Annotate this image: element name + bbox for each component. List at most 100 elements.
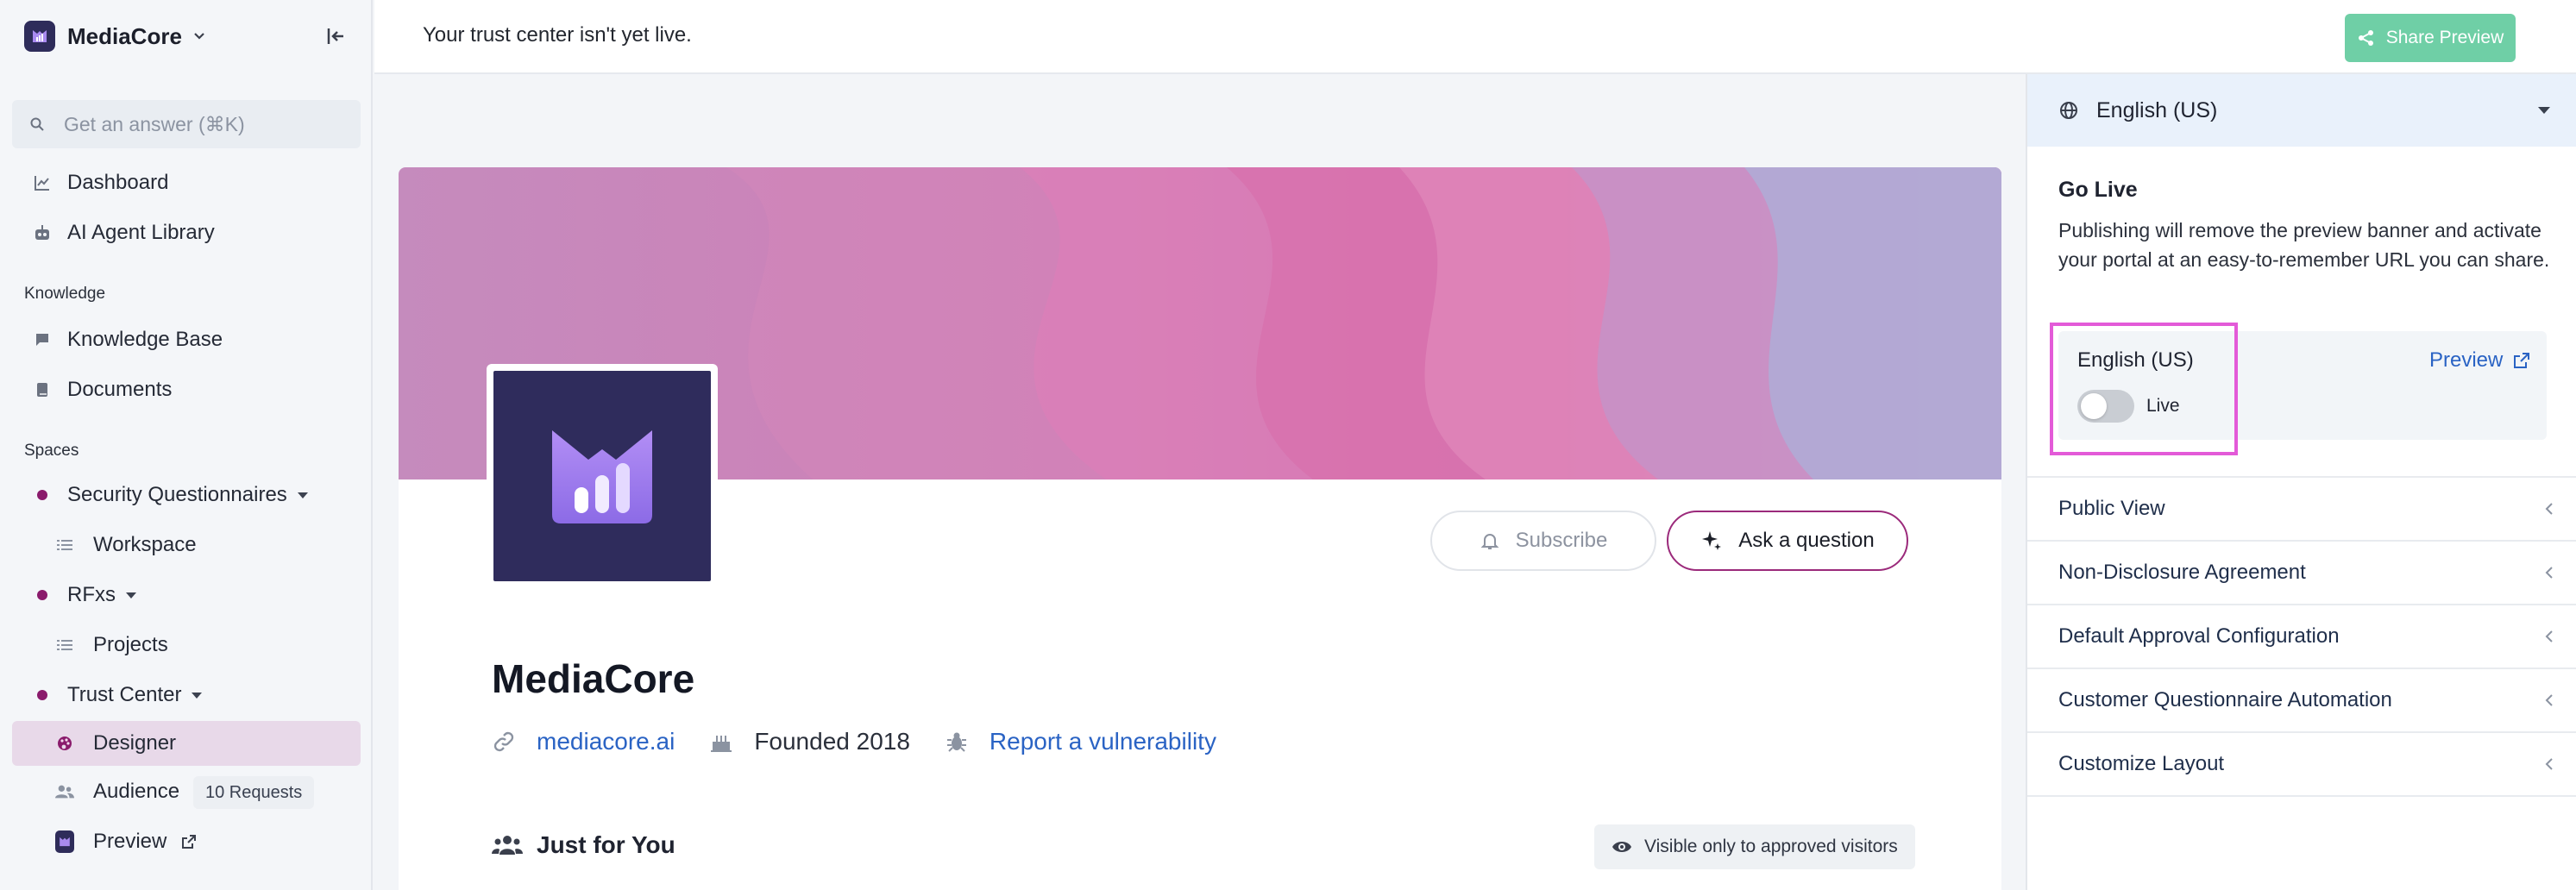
accordion-label: Customer Questionnaire Automation xyxy=(2058,688,2392,711)
settings-panel: English (US) Go Live Publishing will rem… xyxy=(2026,74,2576,890)
sidebar-item-dashboard[interactable]: Dashboard xyxy=(12,160,361,205)
sidebar-item-rfxs[interactable]: RFxs xyxy=(12,573,361,617)
banner-message: Your trust center isn't yet live. xyxy=(423,23,692,47)
caret-down-icon xyxy=(2538,107,2550,114)
visibility-note: Visible only to approved visitors xyxy=(1644,837,1898,856)
company-logo xyxy=(487,364,718,588)
book-icon xyxy=(33,380,52,399)
live-toggle[interactable] xyxy=(2077,390,2134,423)
chart-line-icon xyxy=(33,173,52,192)
divider xyxy=(2027,795,2576,797)
trust-center-preview: Subscribe Ask a question MediaCore media… xyxy=(399,167,2001,890)
accordion-label: Non-Disclosure Agreement xyxy=(2058,561,2306,584)
sidebar-item-ai-agent-library[interactable]: AI Agent Library xyxy=(12,210,361,255)
sidebar-item-workspace[interactable]: Workspace xyxy=(12,523,361,567)
caret-down-icon[interactable] xyxy=(192,693,203,699)
bug-icon xyxy=(946,732,966,752)
link-icon xyxy=(493,731,514,752)
chevron-left-icon xyxy=(2545,694,2553,706)
sidebar-item-security-questionnaires[interactable]: Security Questionnaires xyxy=(12,473,361,517)
language-label: English (US) xyxy=(2096,97,2218,122)
report-vulnerability-link[interactable]: Report a vulnerability xyxy=(990,728,1216,755)
sidebar-item-label: Security Questionnaires xyxy=(67,483,287,506)
sidebar-item-label: Projects xyxy=(93,633,168,656)
go-live-title: Go Live xyxy=(2058,178,2138,202)
visibility-badge: Visible only to approved visitors xyxy=(1594,824,1915,869)
subscribe-button[interactable]: Subscribe xyxy=(1430,511,1656,571)
list-icon xyxy=(55,536,74,555)
preview-banner: Your trust center isn't yet live. xyxy=(374,0,2576,74)
sidebar-item-projects[interactable]: Projects xyxy=(12,623,361,668)
sidebar-item-label: Knowledge Base xyxy=(67,328,223,351)
preview-link-label: Preview xyxy=(2429,348,2504,372)
sidebar-item-label: Preview xyxy=(93,830,167,853)
space-dot-icon xyxy=(33,686,52,705)
highlight-box xyxy=(2050,323,2238,455)
chevron-left-icon xyxy=(2545,630,2553,642)
accordion-public-view[interactable]: Public View xyxy=(2027,476,2576,540)
sidebar-item-preview[interactable]: Preview xyxy=(12,819,361,864)
chevron-left-icon xyxy=(2545,567,2553,579)
sidebar-item-documents[interactable]: Documents xyxy=(12,367,361,412)
sidebar-item-label: Trust Center xyxy=(67,683,182,706)
sidebar-item-knowledge-base[interactable]: Knowledge Base xyxy=(12,317,361,362)
founded-year: Founded 2018 xyxy=(754,728,910,755)
space-dot-icon xyxy=(33,486,52,505)
bell-icon xyxy=(1480,534,1499,549)
accordion-label: Public View xyxy=(2058,497,2165,520)
workspace-switcher[interactable]: MediaCore xyxy=(24,19,208,53)
sidebar-item-label: RFxs xyxy=(67,583,116,606)
ask-question-label: Ask a question xyxy=(1738,529,1875,552)
sidebar-item-label: Workspace xyxy=(93,533,197,556)
preview-link[interactable]: Preview xyxy=(2429,348,2530,373)
external-link-icon xyxy=(182,835,197,849)
accordion-questionnaire-automation[interactable]: Customer Questionnaire Automation xyxy=(2027,668,2576,731)
accordion-customize-layout[interactable]: Customize Layout xyxy=(2027,731,2576,795)
sidebar-item-label: Dashboard xyxy=(67,171,169,194)
cake-icon xyxy=(711,736,732,752)
share-preview-label: Share Preview xyxy=(2385,28,2504,47)
sidebar-item-trust-center[interactable]: Trust Center xyxy=(12,673,361,718)
sidebar-item-label: Audience xyxy=(93,780,180,803)
live-toggle-label: Live xyxy=(2146,396,2180,416)
collapse-sidebar-icon[interactable] xyxy=(324,24,349,48)
section-title: Just for You xyxy=(537,831,675,858)
sidebar-item-designer[interactable]: Designer xyxy=(12,721,361,766)
sidebar-item-label: Designer xyxy=(93,731,177,755)
ask-question-button[interactable]: Ask a question xyxy=(1667,511,1908,571)
search-icon xyxy=(30,117,44,131)
card-language: English (US) xyxy=(2077,348,2194,372)
accordion-approval-config[interactable]: Default Approval Configuration xyxy=(2027,604,2576,668)
accordion-nda[interactable]: Non-Disclosure Agreement xyxy=(2027,540,2576,604)
users-icon xyxy=(55,782,74,801)
sidebar-item-audience[interactable]: Audience 10 Requests xyxy=(12,769,361,814)
brand-logo-icon xyxy=(24,21,55,52)
sidebar-item-label: AI Agent Library xyxy=(67,221,215,244)
caret-down-icon[interactable] xyxy=(126,592,136,599)
go-live-description: Publishing will remove the preview banne… xyxy=(2058,219,2550,271)
share-icon xyxy=(2358,30,2373,46)
chevron-left-icon xyxy=(2545,503,2553,515)
chevron-down-icon xyxy=(194,33,204,40)
sidebar-item-label: Documents xyxy=(67,378,173,401)
search-input[interactable]: Get an answer (⌘K) xyxy=(12,100,361,148)
share-preview-button[interactable]: Share Preview xyxy=(2345,14,2516,62)
chevron-left-icon xyxy=(2545,758,2553,770)
brand-logo-icon xyxy=(55,830,74,853)
robot-icon xyxy=(33,223,52,242)
language-select[interactable]: English (US) xyxy=(2027,74,2576,147)
caret-down-icon[interactable] xyxy=(297,492,308,499)
search-placeholder: Get an answer (⌘K) xyxy=(64,112,245,135)
message-square-icon xyxy=(33,330,52,349)
users-icon xyxy=(492,836,523,855)
just-for-you-heading: Just for You xyxy=(492,831,675,859)
company-meta: mediacore.ai Founded 2018 Report a vulne… xyxy=(492,726,1216,757)
requests-badge: 10 Requests xyxy=(193,776,315,809)
palette-icon xyxy=(55,734,74,753)
website-link[interactable]: mediacore.ai xyxy=(537,728,675,755)
company-name: MediaCore xyxy=(492,656,695,701)
globe-icon xyxy=(2060,102,2077,119)
external-link-icon xyxy=(2514,353,2530,368)
subscribe-label: Subscribe xyxy=(1515,529,1608,552)
mediacore-logo-icon xyxy=(552,430,652,523)
